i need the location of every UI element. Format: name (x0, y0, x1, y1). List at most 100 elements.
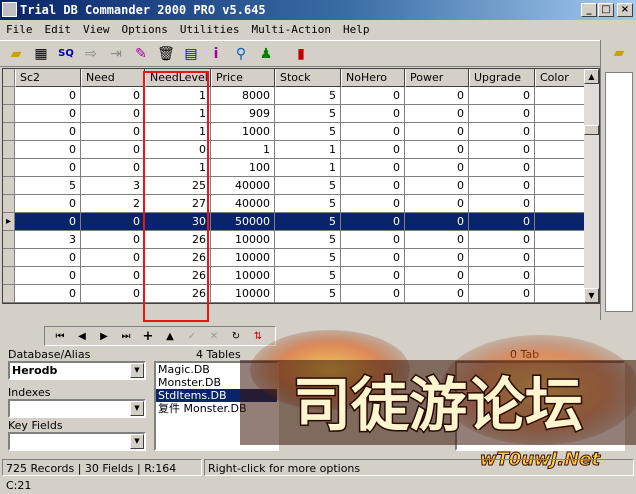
minimize-button[interactable]: _ (581, 3, 597, 17)
column-header-price[interactable]: Price (211, 69, 275, 87)
cell-upgrade[interactable]: 0 (469, 267, 535, 285)
cell-upgrade[interactable]: 0 (469, 141, 535, 159)
table-row[interactable]: 5 3 25 40000 5 0 0 0 (3, 177, 586, 195)
cell-price[interactable]: 1000 (211, 123, 275, 141)
delete-record-icon[interactable]: ▲ (159, 328, 181, 345)
row-indicator[interactable] (3, 141, 15, 159)
exit-door-icon[interactable]: ▮ (291, 45, 311, 63)
cell-upgrade[interactable]: 0 (469, 177, 535, 195)
table-row[interactable]: 0 0 1 909 5 0 0 0 (3, 105, 586, 123)
cell-color[interactable] (535, 231, 586, 249)
cell-need[interactable]: 0 (81, 231, 145, 249)
cell-power[interactable]: 0 (405, 267, 469, 285)
cell-nohero[interactable]: 0 (341, 231, 405, 249)
database-icon[interactable]: ▤ (181, 45, 201, 63)
cell-power[interactable]: 0 (405, 123, 469, 141)
cell-price[interactable]: 40000 (211, 195, 275, 213)
cell-color[interactable] (535, 267, 586, 285)
cell-color[interactable] (535, 141, 586, 159)
cell-need[interactable]: 2 (81, 195, 145, 213)
menu-file[interactable]: File (0, 20, 39, 39)
cell-power[interactable]: 0 (405, 105, 469, 123)
table-item[interactable]: Magic.DB (156, 363, 277, 376)
cell-nohero[interactable]: 0 (341, 123, 405, 141)
menu-help[interactable]: Help (337, 20, 376, 39)
cell-stock[interactable]: 1 (275, 159, 341, 177)
cell-stock[interactable]: 5 (275, 249, 341, 267)
table-item-selected[interactable]: StdItems.DB (156, 389, 277, 402)
cell-nohero[interactable]: 0 (341, 141, 405, 159)
key-fields-combo[interactable]: ▼ (8, 432, 146, 451)
cell-price[interactable]: 10000 (211, 231, 275, 249)
scroll-thumb[interactable] (584, 125, 599, 135)
cell-upgrade[interactable]: 0 (469, 213, 535, 231)
sort-icon[interactable]: ⇅ (247, 328, 269, 345)
maximize-button[interactable]: □ (598, 3, 614, 17)
cell-need[interactable]: 0 (81, 87, 145, 105)
indexes-combo[interactable]: ▼ (8, 399, 146, 418)
right-tables-list[interactable] (455, 361, 625, 451)
cell-power[interactable]: 0 (405, 177, 469, 195)
cell-nohero[interactable]: 0 (341, 159, 405, 177)
column-header-sc2[interactable]: Sc2 (15, 69, 81, 87)
chevron-down-icon[interactable]: ▼ (130, 434, 144, 449)
cell-sc2[interactable]: 0 (15, 213, 81, 231)
menu-view[interactable]: View (77, 20, 116, 39)
cell-need[interactable]: 0 (81, 159, 145, 177)
row-indicator[interactable] (3, 159, 15, 177)
cell-stock[interactable]: 5 (275, 105, 341, 123)
cell-stock[interactable]: 5 (275, 267, 341, 285)
cell-price[interactable]: 10000 (211, 285, 275, 303)
insert-record-icon[interactable]: + (137, 328, 159, 345)
cell-color[interactable] (535, 285, 586, 303)
menu-utilities[interactable]: Utilities (174, 20, 246, 39)
cell-upgrade[interactable]: 0 (469, 195, 535, 213)
table-row[interactable]: 0 0 1 100 1 0 0 0 (3, 159, 586, 177)
cell-color[interactable] (535, 159, 586, 177)
row-indicator[interactable] (3, 231, 15, 249)
open-folder-icon-right[interactable]: ▰ (609, 44, 629, 62)
cell-stock[interactable]: 5 (275, 213, 341, 231)
cell-price[interactable]: 8000 (211, 87, 275, 105)
cell-price[interactable]: 909 (211, 105, 275, 123)
cancel-edit-icon[interactable]: ✕ (203, 328, 225, 345)
cell-sc2[interactable]: 3 (15, 231, 81, 249)
cell-nohero[interactable]: 0 (341, 195, 405, 213)
cell-nohero[interactable]: 0 (341, 285, 405, 303)
sql-query-icon[interactable]: SQ (56, 45, 76, 63)
cell-color[interactable] (535, 249, 586, 267)
column-header-need[interactable]: Need (81, 69, 145, 87)
cell-need[interactable]: 0 (81, 105, 145, 123)
cell-sc2[interactable]: 0 (15, 249, 81, 267)
cell-sc2[interactable]: 0 (15, 87, 81, 105)
prior-record-icon[interactable]: ◀ (71, 328, 93, 345)
cell-color[interactable] (535, 123, 586, 141)
cell-upgrade[interactable]: 0 (469, 285, 535, 303)
cell-upgrade[interactable]: 0 (469, 159, 535, 177)
cell-power[interactable]: 0 (405, 87, 469, 105)
last-record-icon[interactable]: ⏭ (115, 328, 137, 345)
cell-color[interactable] (535, 195, 586, 213)
cell-color[interactable] (535, 87, 586, 105)
cell-price[interactable]: 50000 (211, 213, 275, 231)
trash-icon[interactable]: 🗑 (156, 45, 176, 63)
data-grid[interactable]: Sc2 Need NeedLevel Price Stock NoHero Po… (2, 68, 600, 304)
cell-nohero[interactable]: 0 (341, 249, 405, 267)
cell-nohero[interactable]: 0 (341, 87, 405, 105)
cell-power[interactable]: 0 (405, 213, 469, 231)
cell-stock[interactable]: 1 (275, 141, 341, 159)
first-record-icon[interactable]: ⏮ (49, 328, 71, 345)
info-icon[interactable]: i (206, 45, 226, 63)
cell-upgrade[interactable]: 0 (469, 231, 535, 249)
cell-need[interactable]: 0 (81, 267, 145, 285)
cell-sc2[interactable]: 0 (15, 141, 81, 159)
row-indicator[interactable] (3, 87, 15, 105)
cell-price[interactable]: 10000 (211, 267, 275, 285)
column-header-power[interactable]: Power (405, 69, 469, 87)
table-item[interactable]: 复件 Monster.DB (156, 402, 277, 415)
cell-sc2[interactable]: 0 (15, 105, 81, 123)
chevron-down-icon[interactable]: ▼ (130, 401, 144, 416)
cell-need[interactable]: 3 (81, 177, 145, 195)
cell-color[interactable] (535, 177, 586, 195)
cell-sc2[interactable]: 0 (15, 195, 81, 213)
